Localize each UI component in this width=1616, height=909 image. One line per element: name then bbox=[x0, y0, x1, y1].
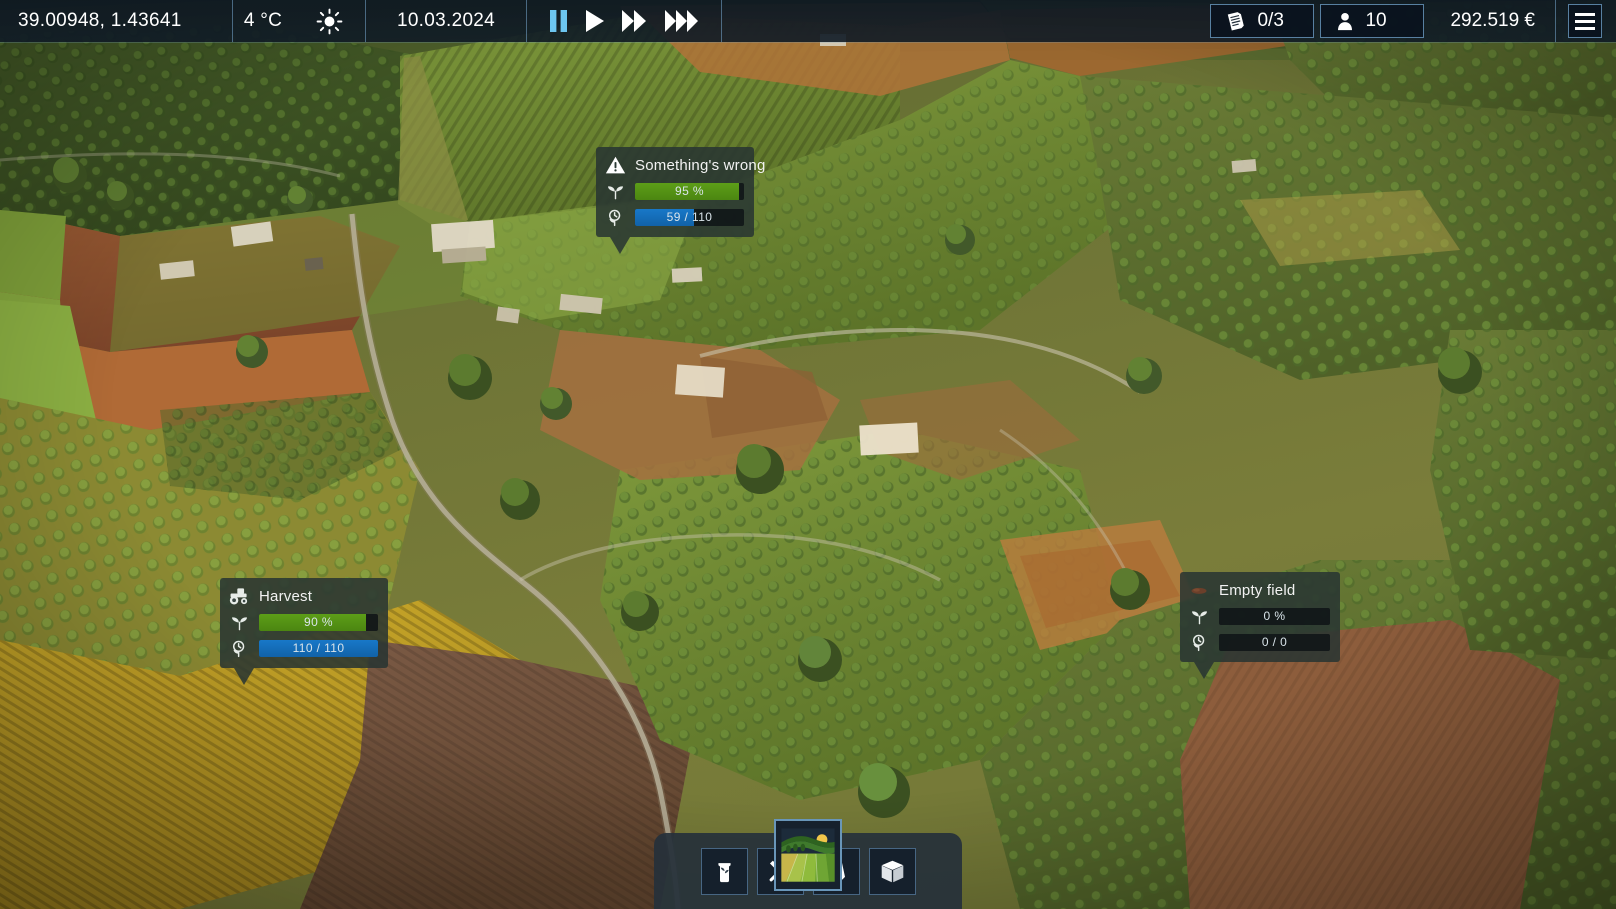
panel-body: Empty field 0 % 0 / 0 bbox=[1180, 572, 1340, 662]
contract-icon bbox=[1228, 12, 1245, 31]
workers-value: 10 bbox=[1365, 10, 1387, 31]
temperature-display: 4 °C bbox=[243, 10, 283, 31]
hamburger-menu-icon[interactable] bbox=[1568, 4, 1602, 38]
panel-pointer bbox=[234, 668, 254, 685]
panel-header: Harvest bbox=[228, 585, 378, 607]
coordinates-display: 39.00948, 1.43641 bbox=[18, 10, 182, 31]
bar-label: 95 % bbox=[675, 184, 704, 198]
package-icon bbox=[881, 860, 903, 882]
speed-controls bbox=[527, 0, 721, 42]
top-hud-bar: 39.00948, 1.43641 4 °C 10.03.2024 0/3 10… bbox=[0, 0, 1616, 42]
panel-bar-row: 95 % bbox=[604, 180, 744, 202]
tractor-icon bbox=[228, 585, 250, 607]
panel-header: Empty field bbox=[1188, 579, 1330, 601]
person-icon bbox=[1338, 13, 1353, 31]
panel-bar-row: 110 / 110 bbox=[228, 637, 378, 659]
growth-bar: 90 % bbox=[259, 613, 378, 631]
warning-triangle-icon bbox=[604, 154, 626, 176]
divider bbox=[1555, 0, 1556, 42]
contracts-value: 0/3 bbox=[1257, 10, 1284, 31]
panel-title: Empty field bbox=[1219, 581, 1296, 599]
panel-body: Something's wrong 95 % 59 / 110 bbox=[596, 147, 765, 237]
panel-body: Harvest 90 % 110 / 110 bbox=[220, 578, 388, 668]
panel-bar-row: 59 / 110 bbox=[604, 206, 744, 228]
panel-title: Something's wrong bbox=[635, 156, 766, 174]
growth-bar: 95 % bbox=[635, 182, 744, 200]
divider bbox=[721, 0, 722, 42]
time-bar: 59 / 110 bbox=[635, 208, 744, 226]
field-panel-empty-field[interactable]: Empty field 0 % 0 / 0 bbox=[1180, 572, 1340, 679]
menu-line bbox=[1575, 26, 1595, 30]
fields-button[interactable] bbox=[774, 819, 842, 891]
panel-bar-row: 90 % bbox=[228, 611, 378, 633]
field-panel-somethings-wrong[interactable]: Something's wrong 95 % 59 / 110 bbox=[596, 147, 765, 254]
time-bar: 0 / 0 bbox=[1219, 633, 1330, 651]
panel-pointer bbox=[610, 237, 630, 254]
workers-counter[interactable]: 10 bbox=[1320, 4, 1425, 38]
time-bar: 110 / 110 bbox=[259, 639, 378, 657]
growth-bar: 0 % bbox=[1219, 607, 1330, 625]
sprout-icon bbox=[604, 180, 626, 202]
growth-clock-icon bbox=[228, 637, 250, 659]
menu-line bbox=[1575, 12, 1595, 16]
contracts-counter[interactable]: 0/3 bbox=[1210, 4, 1315, 38]
fastest-button[interactable] bbox=[665, 10, 699, 32]
sprout-icon bbox=[1188, 605, 1210, 627]
growth-clock-icon bbox=[1188, 631, 1210, 653]
bar-label: 59 / 110 bbox=[666, 210, 713, 224]
game-viewport[interactable] bbox=[0, 0, 1616, 909]
panel-header: Something's wrong bbox=[604, 154, 765, 176]
field-panel-harvest[interactable]: Harvest 90 % 110 / 110 bbox=[220, 578, 388, 685]
terrain-fields bbox=[0, 0, 1616, 909]
growth-clock-icon bbox=[604, 206, 626, 228]
money-display: 292.519 € bbox=[1450, 10, 1535, 31]
fields-icon bbox=[781, 828, 835, 882]
bar-label: 110 / 110 bbox=[292, 641, 345, 655]
bar-label: 90 % bbox=[304, 615, 333, 629]
seed-bag-icon bbox=[717, 862, 731, 882]
play-button[interactable] bbox=[585, 10, 605, 32]
menu-line bbox=[1575, 19, 1595, 23]
panel-pointer bbox=[1194, 662, 1214, 679]
pause-button[interactable] bbox=[549, 10, 568, 32]
seeds-button[interactable] bbox=[700, 847, 748, 895]
sun-icon bbox=[293, 0, 365, 42]
bar-label: 0 % bbox=[1263, 609, 1286, 623]
date-display: 10.03.2024 bbox=[396, 10, 496, 31]
fast-forward-button[interactable] bbox=[622, 10, 648, 32]
soil-icon bbox=[1188, 579, 1210, 601]
panel-bar-row: 0 / 0 bbox=[1188, 631, 1330, 653]
sprout-icon bbox=[228, 611, 250, 633]
panel-title: Harvest bbox=[259, 587, 313, 605]
bar-label: 0 / 0 bbox=[1261, 635, 1288, 649]
panel-bar-row: 0 % bbox=[1188, 605, 1330, 627]
storage-button[interactable] bbox=[868, 847, 916, 895]
bottom-dock bbox=[654, 819, 962, 909]
